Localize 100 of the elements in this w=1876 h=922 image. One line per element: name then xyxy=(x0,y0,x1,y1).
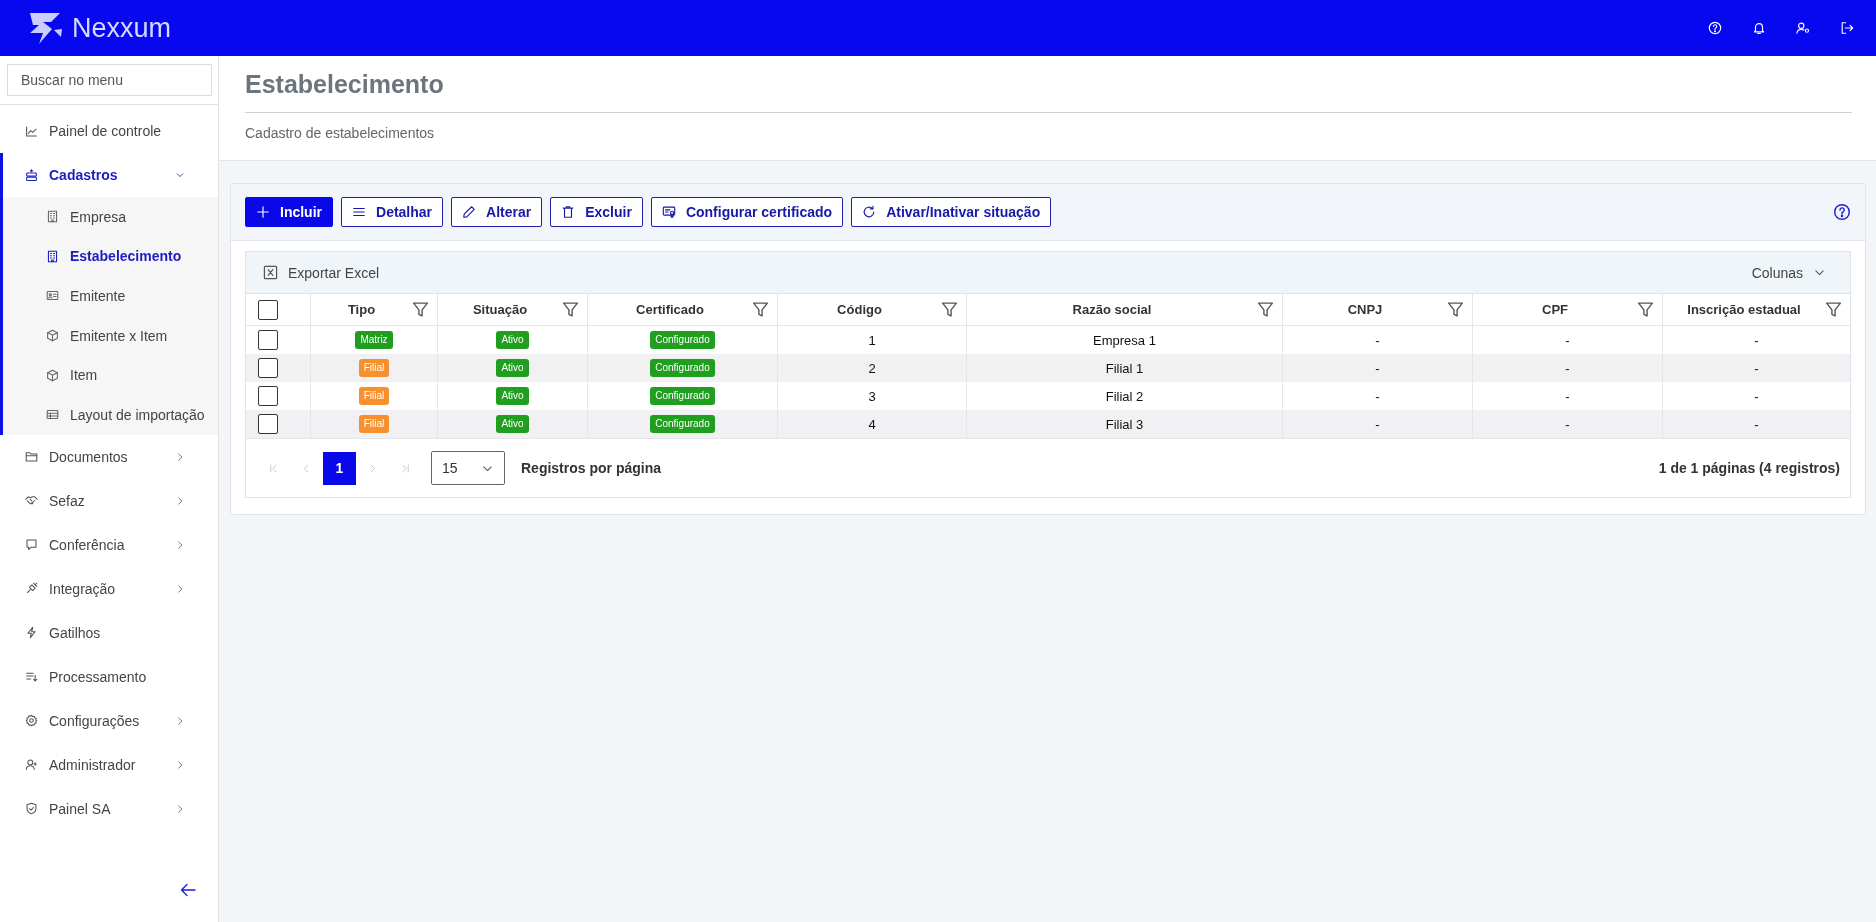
row-checkbox[interactable] xyxy=(258,414,278,434)
submenu-item[interactable]: Estabelecimento xyxy=(3,236,218,277)
chevron-right-icon xyxy=(175,759,185,770)
table-cell-text: - xyxy=(1753,415,1760,434)
column-header[interactable]: Tipo xyxy=(311,294,438,325)
chevron-down-icon xyxy=(175,170,185,180)
filter-icon[interactable] xyxy=(562,301,579,318)
filter-icon[interactable] xyxy=(1637,301,1654,318)
plug-icon xyxy=(25,582,38,596)
chevron-right-icon xyxy=(175,803,185,814)
app-name: Nexxum xyxy=(72,12,172,44)
x-square-icon xyxy=(263,265,278,280)
column-header[interactable]: Código xyxy=(778,294,967,325)
sidebar-item[interactable]: Documentos xyxy=(0,434,218,479)
help-icon[interactable] xyxy=(1833,203,1851,221)
table-icon xyxy=(46,408,59,422)
line-chart-icon xyxy=(25,124,38,138)
shield-icon xyxy=(25,802,38,816)
table-cell-text: - xyxy=(1753,359,1760,378)
sidebar-item[interactable]: Conferência xyxy=(0,522,218,567)
filter-icon[interactable] xyxy=(1447,301,1464,318)
user-gear-icon[interactable] xyxy=(1796,21,1810,35)
chevron-right-icon xyxy=(175,495,185,506)
row-checkbox[interactable] xyxy=(258,330,278,350)
action-button[interactable]: Alterar xyxy=(451,197,543,227)
type-badge: Filial xyxy=(358,359,390,377)
table-row[interactable]: Filial Ativo Configurado 2 Filial 1 - - - xyxy=(246,354,1850,382)
page-size-label: Registros por página xyxy=(521,460,662,476)
columns-menu-button[interactable]: Colunas xyxy=(1751,264,1826,281)
cube-icon xyxy=(46,368,59,382)
submenu-item[interactable]: Layout de importação xyxy=(3,394,218,435)
submenu-item[interactable]: Emitente x Item xyxy=(3,315,218,356)
table-cell: Filial 3 xyxy=(967,410,1283,438)
table-cell-text: - xyxy=(1753,387,1760,406)
table-cell: - xyxy=(1283,354,1473,382)
action-button[interactable]: Excluir xyxy=(550,197,643,227)
bell-icon[interactable] xyxy=(1752,21,1766,35)
submenu-item[interactable]: Emitente xyxy=(3,276,218,316)
column-header[interactable]: Inscrição estadual xyxy=(1663,294,1850,325)
action-button[interactable]: Ativar/Inativar situação xyxy=(851,197,1052,227)
submenu-item[interactable]: Empresa xyxy=(3,197,218,237)
logout-icon[interactable] xyxy=(1840,21,1854,35)
type-badge: Matriz xyxy=(355,331,393,349)
submenu-item[interactable]: Item xyxy=(3,355,218,395)
filter-icon[interactable] xyxy=(412,301,429,318)
refresh-icon xyxy=(862,205,877,219)
collapse-arrow-left-icon[interactable] xyxy=(178,882,198,898)
plus-icon xyxy=(256,205,270,219)
sidebar-item[interactable]: Painel SA xyxy=(0,786,218,831)
first-page-arrow-icon xyxy=(268,462,279,474)
menu-search-field[interactable]: Buscar no menu xyxy=(7,64,212,96)
page-subtitle: Cadastro de estabelecimentos xyxy=(245,125,436,141)
list-arrow-down-icon xyxy=(25,670,38,684)
action-button[interactable]: Detalhar xyxy=(341,197,444,227)
table-cell: - xyxy=(1473,410,1663,438)
sidebar-item[interactable]: Sefaz xyxy=(0,478,218,523)
table-row[interactable]: Filial Ativo Configurado 4 Filial 3 - - - xyxy=(246,410,1850,438)
lines-icon xyxy=(352,205,366,219)
column-header[interactable]: CNPJ xyxy=(1283,294,1473,325)
filter-icon[interactable] xyxy=(1257,301,1274,318)
filter-icon[interactable] xyxy=(1825,301,1842,318)
chevron-right-icon xyxy=(175,539,185,550)
row-checkbox[interactable] xyxy=(258,358,278,378)
status-badge: Ativo xyxy=(496,415,529,433)
certificate-badge: Configurado xyxy=(650,387,715,405)
page-button[interactable]: 1 xyxy=(323,451,356,485)
table-cell-text: - xyxy=(1753,331,1760,350)
cube-icon xyxy=(46,329,59,343)
certificate-badge: Configurado xyxy=(650,359,715,377)
sidebar-item[interactable]: Integração xyxy=(0,566,218,611)
pencil-icon xyxy=(462,205,477,219)
row-checkbox[interactable] xyxy=(258,386,278,406)
action-button[interactable]: Configurar certificado xyxy=(650,197,844,227)
stacked-trays-icon xyxy=(25,168,38,182)
column-header[interactable]: Situação xyxy=(438,294,588,325)
page-size-dropdown[interactable]: 15 xyxy=(431,451,505,485)
sidebar-item[interactable]: Administrador xyxy=(0,742,218,787)
column-header[interactable]: CPF xyxy=(1473,294,1663,325)
status-badge: Ativo xyxy=(496,387,529,405)
column-header[interactable]: Certificado xyxy=(588,294,778,325)
action-button[interactable]: Incluir xyxy=(245,197,333,227)
table-cell: Filial 1 xyxy=(967,354,1283,382)
type-badge: Filial xyxy=(358,387,390,405)
page-summary: 1 de 1 páginas (4 registros) xyxy=(1658,460,1840,476)
filter-icon[interactable] xyxy=(752,301,769,318)
select-all-checkbox[interactable] xyxy=(258,299,278,320)
table-cell: - xyxy=(1473,354,1663,382)
sidebar-item[interactable]: Configurações xyxy=(0,698,218,743)
sidebar-item[interactable]: Painel de controle xyxy=(0,109,218,153)
sidebar-item[interactable]: Gatilhos xyxy=(0,610,218,655)
table-cell: - xyxy=(1283,410,1473,438)
trash-icon xyxy=(561,205,576,219)
filter-icon[interactable] xyxy=(941,301,958,318)
folder-icon xyxy=(25,450,38,464)
export-excel-button[interactable]: Exportar Excel xyxy=(263,264,380,281)
sidebar-item[interactable]: Processamento xyxy=(0,654,218,699)
type-badge: Filial xyxy=(358,415,390,433)
last-page-arrow-icon xyxy=(400,462,411,474)
column-header[interactable]: Razão social xyxy=(967,294,1283,325)
id-card-icon xyxy=(46,289,59,303)
